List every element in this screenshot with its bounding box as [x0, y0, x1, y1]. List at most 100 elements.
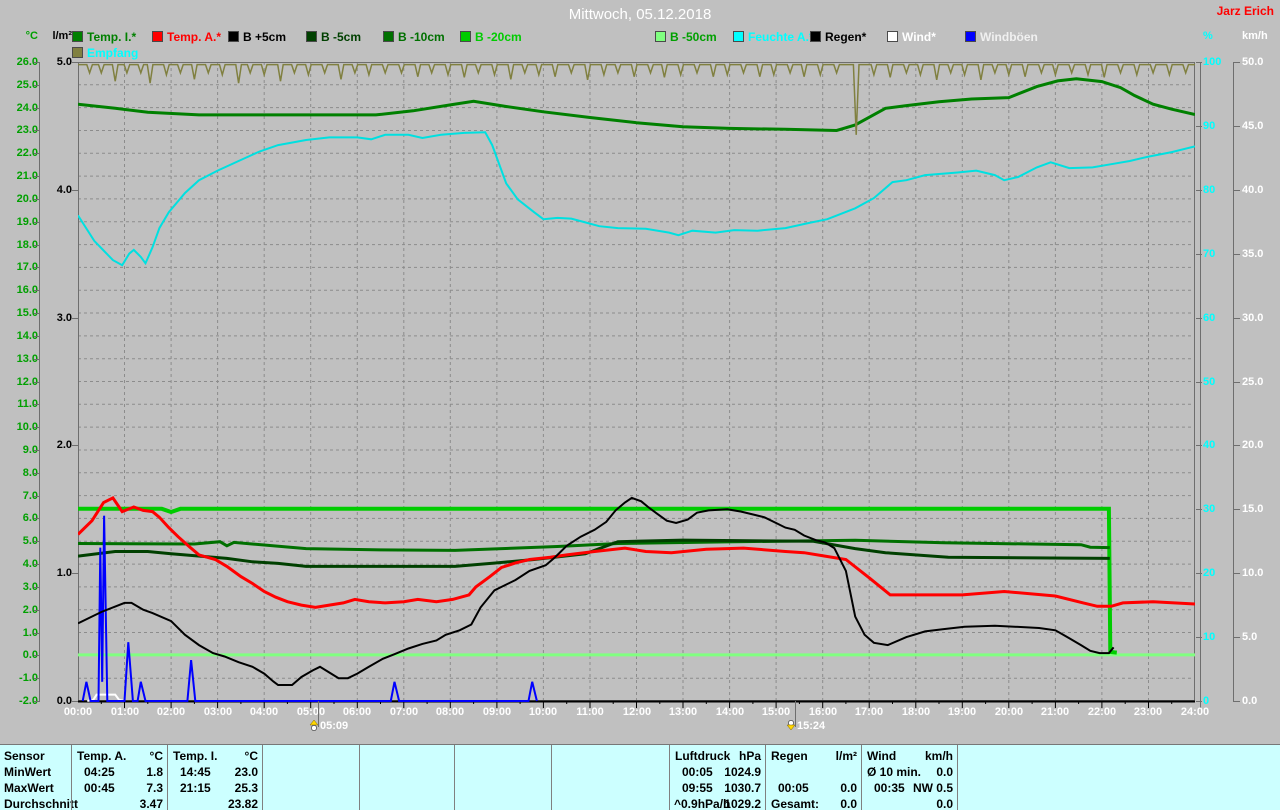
axis-tick-label-c: 25.0 [16, 79, 38, 91]
axis-tick-label-k: 50.0 [1242, 56, 1264, 68]
axis-tick [1234, 509, 1240, 510]
stats-divider [454, 745, 455, 810]
stats-cell: 0.0 [840, 797, 857, 810]
x-axis-label: 00:00 [63, 706, 93, 718]
axis-tick [1234, 254, 1240, 255]
stats-unit: °C [244, 749, 258, 763]
legend-label: B -5cm [321, 30, 362, 44]
legend-swatch-b-5cm [306, 31, 317, 42]
axis-tick-label-c: -1.0 [19, 672, 38, 684]
axis-tick-label-c: 19.0 [16, 216, 38, 228]
axis-tick-label-c: 2.0 [22, 604, 38, 616]
axis-tick [34, 541, 39, 542]
stats-cell: 1.8 [146, 765, 163, 779]
axis-tick [34, 610, 39, 611]
sunrise-marker-time: 05:09 [320, 720, 349, 732]
axis-tick-label-p: 50 [1203, 376, 1216, 388]
stats-sensor-name: Luftdruck [675, 749, 731, 763]
axis-line-c [39, 62, 40, 702]
axis-tick-label-k: 5.0 [1242, 631, 1258, 643]
axis-tick [1234, 382, 1240, 383]
x-axis-label: 15:00 [761, 706, 791, 718]
legend-label: B -10cm [398, 30, 445, 44]
axis-tick [1196, 509, 1202, 510]
axis-tick-label-c: 14.0 [16, 330, 38, 342]
axis-tick [34, 564, 39, 565]
axis-tick-label-p: 100 [1203, 56, 1222, 68]
axis-tick-label-c: 10.0 [16, 421, 38, 433]
axis-tick-label-k: 45.0 [1242, 120, 1264, 132]
axis-tick-label-p: 90 [1203, 120, 1216, 132]
stats-cell: 25.3 [234, 781, 258, 795]
axis-tick-label-c: 26.0 [16, 56, 38, 68]
legend-swatch-windb-en [965, 31, 976, 42]
axis-tick [1234, 573, 1240, 574]
stats-divider [359, 745, 360, 810]
series-b_plus5 [77, 496, 1115, 686]
axis-tick [34, 245, 39, 246]
stats-divider [861, 745, 862, 810]
legend-label: Temp. I.* [87, 30, 137, 44]
stats-divider [551, 745, 552, 810]
stats-cell: 23.82 [227, 797, 258, 810]
legend-label: Feuchte A.* [748, 30, 814, 44]
axis-tick-label-p: 70 [1203, 248, 1216, 260]
stats-divider [957, 745, 958, 810]
axis-tick-label-p: 30 [1203, 503, 1216, 515]
stats-cell: 23.0 [234, 765, 258, 779]
x-axis-label: 04:00 [249, 706, 279, 718]
legend-label: B +5cm [243, 30, 287, 44]
x-axis-label: 22:00 [1087, 706, 1117, 718]
axis-tick [1196, 382, 1202, 383]
legend-label: Empfang [87, 46, 139, 60]
axis-tick [34, 267, 39, 268]
x-axis-label: 16:00 [808, 706, 838, 718]
axis-tick-label-l: 1.0 [56, 567, 72, 579]
axis-tick [34, 359, 39, 360]
axis-tick-label-c: 17.0 [16, 261, 38, 273]
axis-tick-label-c: 0.0 [22, 649, 38, 661]
axis-tick-label-k: 30.0 [1242, 312, 1264, 324]
axis-tick-label-c: 23.0 [16, 124, 38, 136]
axis-tick [34, 336, 39, 337]
stats-cell: 3.47 [139, 797, 163, 810]
stats-sensor-name: Regen [771, 749, 808, 763]
axis-tick [1234, 637, 1240, 638]
axis-tick-label-p: 20 [1203, 567, 1216, 579]
axis-tick [34, 404, 39, 405]
stats-col-wind: Wind km/h Ø 10 min. 0.0 00:35 NW 0.5 0.0 [862, 745, 958, 810]
axis-tick-label-p: 10 [1203, 631, 1216, 643]
axis-tick [34, 473, 39, 474]
axis-tick-label-c: 15.0 [16, 307, 38, 319]
x-axis-label: 19:00 [947, 706, 977, 718]
x-axis-label: 17:00 [854, 706, 884, 718]
axis-tick [34, 130, 39, 131]
axis-tick-label-c: 6.0 [22, 512, 38, 524]
legend-label: Windböen [980, 30, 1038, 44]
axis-tick [34, 199, 39, 200]
x-axis-label: 23:00 [1133, 706, 1163, 718]
axis-tick [34, 62, 39, 63]
stats-unit: °C [149, 749, 163, 763]
axis-tick-label-c: 21.0 [16, 170, 38, 182]
legend-swatch-b-10cm [383, 31, 394, 42]
stats-table: Sensor MinWert MaxWert Durchschnitt Temp… [0, 744, 1280, 810]
legend-swatch-temp-a- [152, 31, 163, 42]
x-axis-label: 24:00 [1180, 706, 1210, 718]
weather-app-window: Mittwoch, 05.12.2018 Jarz Erich Temp. I.… [0, 0, 1280, 810]
legend-label: Regen* [825, 30, 867, 44]
axis-tick-label-p: 60 [1203, 312, 1216, 324]
axis-unit-k: km/h [1242, 30, 1268, 42]
axis-tick [1196, 573, 1202, 574]
x-axis-label: 03:00 [203, 706, 233, 718]
stats-cell: 00:45 [84, 781, 115, 795]
x-axis-label: 21:00 [1040, 706, 1070, 718]
legend-swatch-temp-i- [72, 31, 83, 42]
legend-swatch-b-5cm [228, 31, 239, 42]
stats-col-regen: Regen l/m² 00:05 0.0 Gesamt: 0.0 [766, 745, 862, 810]
axis-tick-label-l: 3.0 [56, 312, 72, 324]
axis-tick [1196, 126, 1202, 127]
axis-tick [34, 222, 39, 223]
stats-sensor-name: Temp. A. [77, 749, 127, 763]
axis-tick-label-k: 25.0 [1242, 376, 1264, 388]
